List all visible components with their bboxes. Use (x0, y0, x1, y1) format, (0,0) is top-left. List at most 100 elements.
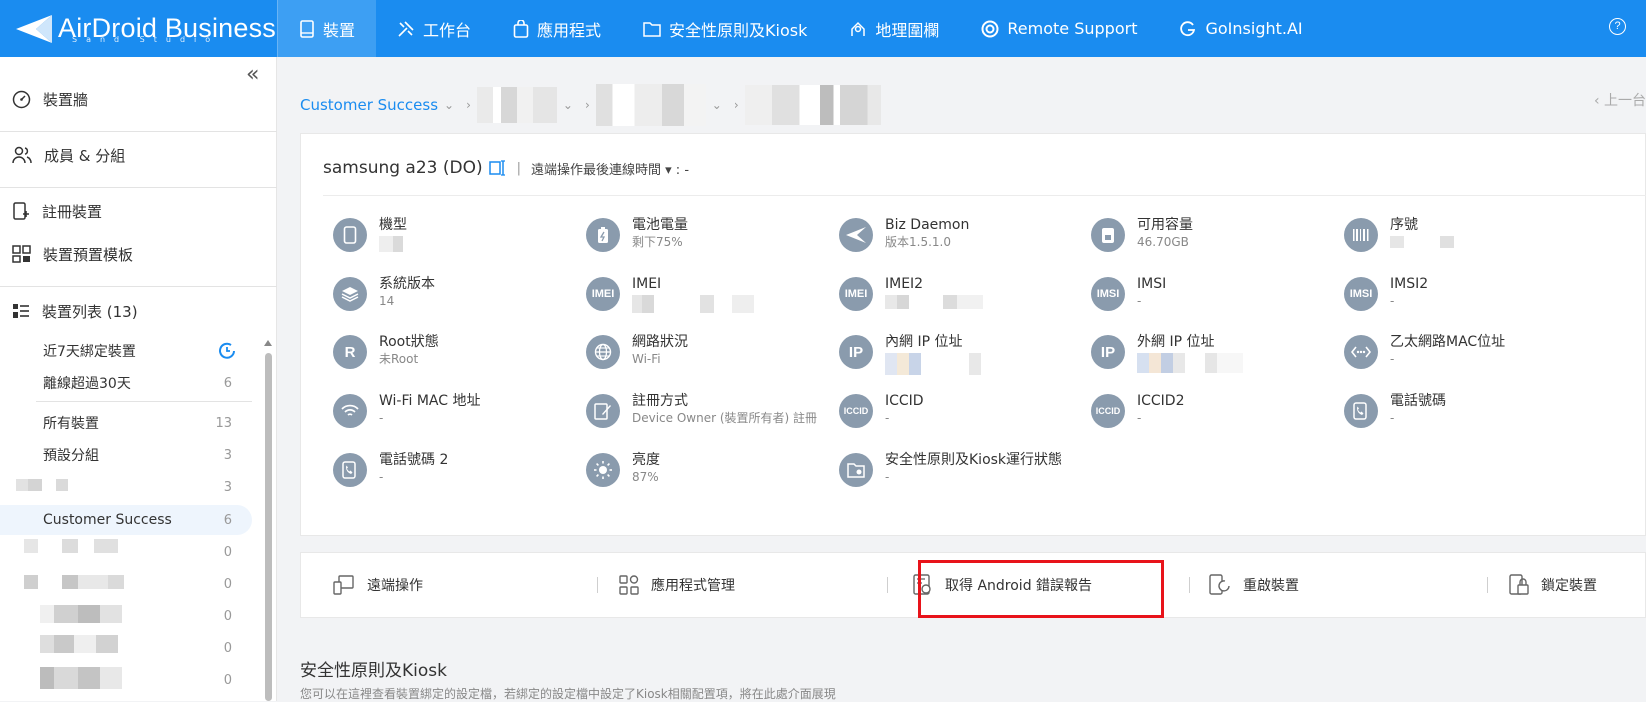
sidebar-item-default-group[interactable]: 預設分組 3 (0, 440, 252, 470)
previous-device-button[interactable]: ‹ 上一台 (1594, 90, 1646, 110)
reboot-icon (1209, 574, 1230, 595)
ethernet-icon (1344, 335, 1378, 369)
redacted-group-name (16, 479, 68, 491)
info-label: 外網 IP 位址 (1137, 334, 1215, 350)
remote-control-button[interactable]: 遠端操作 (333, 553, 423, 617)
logo[interactable]: AirDroid Business Sand Studio (0, 0, 278, 57)
daemon-icon (839, 218, 873, 252)
sidebar-item-hidden[interactable]: 0 (0, 665, 252, 695)
chevron-down-icon[interactable]: ⌄ (712, 98, 722, 112)
last-remote-connection[interactable]: 遠端操作最後連線時間 ▾ : - (531, 159, 689, 178)
sub-item-label: Customer Success (43, 512, 172, 528)
chevron-down-icon[interactable]: ⌄ (444, 98, 454, 112)
divider (323, 195, 1646, 196)
action-separator (597, 577, 598, 593)
highlight-box (918, 560, 1164, 618)
template-icon (12, 245, 31, 263)
reboot-device-button[interactable]: 重啟裝置 (1209, 553, 1299, 617)
redacted-breadcrumb (476, 87, 557, 123)
sidebar-item-customer-success[interactable]: Customer Success 6 (0, 505, 252, 535)
info-value: - (379, 470, 384, 484)
nav-geofence-label: 地理圍欄 (875, 20, 940, 40)
info-value: - (1390, 411, 1395, 425)
redacted-group-name (24, 539, 118, 553)
nav-remote-support-label: Remote Support (1007, 19, 1138, 38)
nav-apps[interactable]: 應用程式 (492, 0, 622, 57)
info-item: IMEI IMEI (586, 275, 836, 313)
info-label: 可用容量 (1137, 217, 1193, 233)
sidebar-item-hidden[interactable]: 0 (0, 633, 252, 663)
sidebar-item-hidden[interactable]: 0 (0, 569, 252, 599)
nav-goinsight[interactable]: GoInsight.AI (1158, 0, 1323, 57)
item-count: 0 (223, 608, 232, 624)
device-info-card: samsung a23 (DO) | 遠端操作最後連線時間 ▾ : - 機型 電池… (300, 133, 1646, 536)
info-item: 機型 (333, 216, 583, 252)
app-management-button[interactable]: 應用程式管理 (619, 553, 735, 617)
tools-icon (398, 20, 414, 37)
info-item: 註冊方式 Device Owner (裝置所有者) 註冊 (586, 392, 836, 428)
sidebar-item-hidden[interactable]: 0 (0, 601, 252, 631)
item-count: 6 (223, 512, 232, 528)
redacted-group-name (40, 635, 118, 653)
chevron-right-icon: › (584, 98, 590, 112)
airdroid-logo-icon (16, 14, 52, 43)
action-separator (1189, 577, 1190, 593)
item-count: 3 (223, 479, 232, 495)
breadcrumb: Customer Success ⌄ › ⌄ › ⌄ › (300, 84, 881, 126)
action-separator (887, 577, 888, 593)
lock-device-button[interactable]: 鎖定裝置 (1509, 553, 1597, 617)
nav-geofence[interactable]: 地理圍欄 (828, 0, 960, 57)
sidebar-item-enroll[interactable]: 註冊裝置 (0, 197, 277, 225)
sub-item-label: 近7天綁定裝置 (43, 344, 136, 360)
ip-icon: IP (1091, 335, 1125, 369)
nav-devices[interactable]: 裝置 (278, 0, 377, 57)
edit-name-icon[interactable] (488, 160, 507, 176)
nav-remote-support[interactable]: Remote Support (960, 0, 1158, 57)
sidebar-item-template[interactable]: 裝置預置模板 (0, 240, 277, 268)
redacted-value (632, 295, 754, 313)
info-item: 安全性原則及Kiosk運行狀態 - (839, 451, 1089, 487)
scroll-up-arrow[interactable] (264, 340, 272, 346)
action-label: 應用程式管理 (651, 578, 735, 594)
divider (36, 401, 252, 402)
info-label: 註冊方式 (632, 393, 688, 409)
imsi-icon: IMSI (1344, 277, 1378, 311)
info-label: 內網 IP 位址 (885, 334, 963, 350)
nav-workbench-label: 工作台 (423, 20, 472, 40)
item-count: 13 (215, 415, 232, 431)
info-value: - (885, 411, 890, 425)
info-label: IMSI2 (1390, 276, 1429, 292)
sub-item-label: 所有裝置 (43, 416, 99, 432)
info-label: IMEI (632, 276, 662, 292)
chevron-right-icon: › (733, 98, 739, 112)
sidebar-item-device-list[interactable]: 裝置列表 (13) (0, 297, 277, 325)
sidebar-scrollbar[interactable] (265, 353, 272, 701)
info-item: Biz Daemon 版本1.5.1.0 (839, 216, 1089, 252)
help-icon[interactable]: ? (1609, 18, 1626, 35)
item-count: 3 (223, 447, 232, 463)
info-value: 14 (379, 294, 395, 308)
action-label: 重啟裝置 (1243, 578, 1299, 594)
sidebar: « 裝置牆 成員 & 分組 註冊裝置 裝置預置模板 裝置列表 (13) 近7天綁… (0, 57, 277, 701)
nav-workbench[interactable]: 工作台 (376, 0, 492, 57)
info-item: 乙太網路MAC位址 - (1344, 333, 1594, 369)
nav-policy[interactable]: 安全性原則及Kiosk (622, 0, 828, 57)
sidebar-item-offline[interactable]: 離線超過30天 6 (0, 368, 252, 398)
info-item: Wi-Fi MAC 地址 - (333, 392, 583, 428)
policy-section-title: 安全性原則及Kiosk (300, 661, 447, 681)
sidebar-item-recent[interactable]: 近7天綁定裝置 (0, 336, 252, 366)
chevron-down-icon[interactable]: ⌄ (563, 98, 573, 112)
divider (0, 286, 277, 287)
info-item: ICCID ICCID - (839, 392, 1089, 428)
redacted-value (885, 295, 983, 309)
remote-control-icon (333, 575, 354, 595)
sidebar-item-members[interactable]: 成員 & 分組 (0, 141, 277, 169)
top-bar: AirDroid Business Sand Studio 裝置 工作台 應用程… (0, 0, 1646, 57)
sidebar-item-device-wall[interactable]: 裝置牆 (0, 85, 277, 113)
collapse-sidebar-icon[interactable]: « (246, 62, 259, 87)
info-value: 未Root (379, 352, 419, 366)
sidebar-item-hidden-group[interactable]: 3 (0, 472, 252, 502)
breadcrumb-root[interactable]: Customer Success (300, 96, 438, 114)
sidebar-item-all-devices[interactable]: 所有裝置 13 (0, 408, 252, 438)
sidebar-item-hidden[interactable]: 0 (0, 537, 252, 567)
